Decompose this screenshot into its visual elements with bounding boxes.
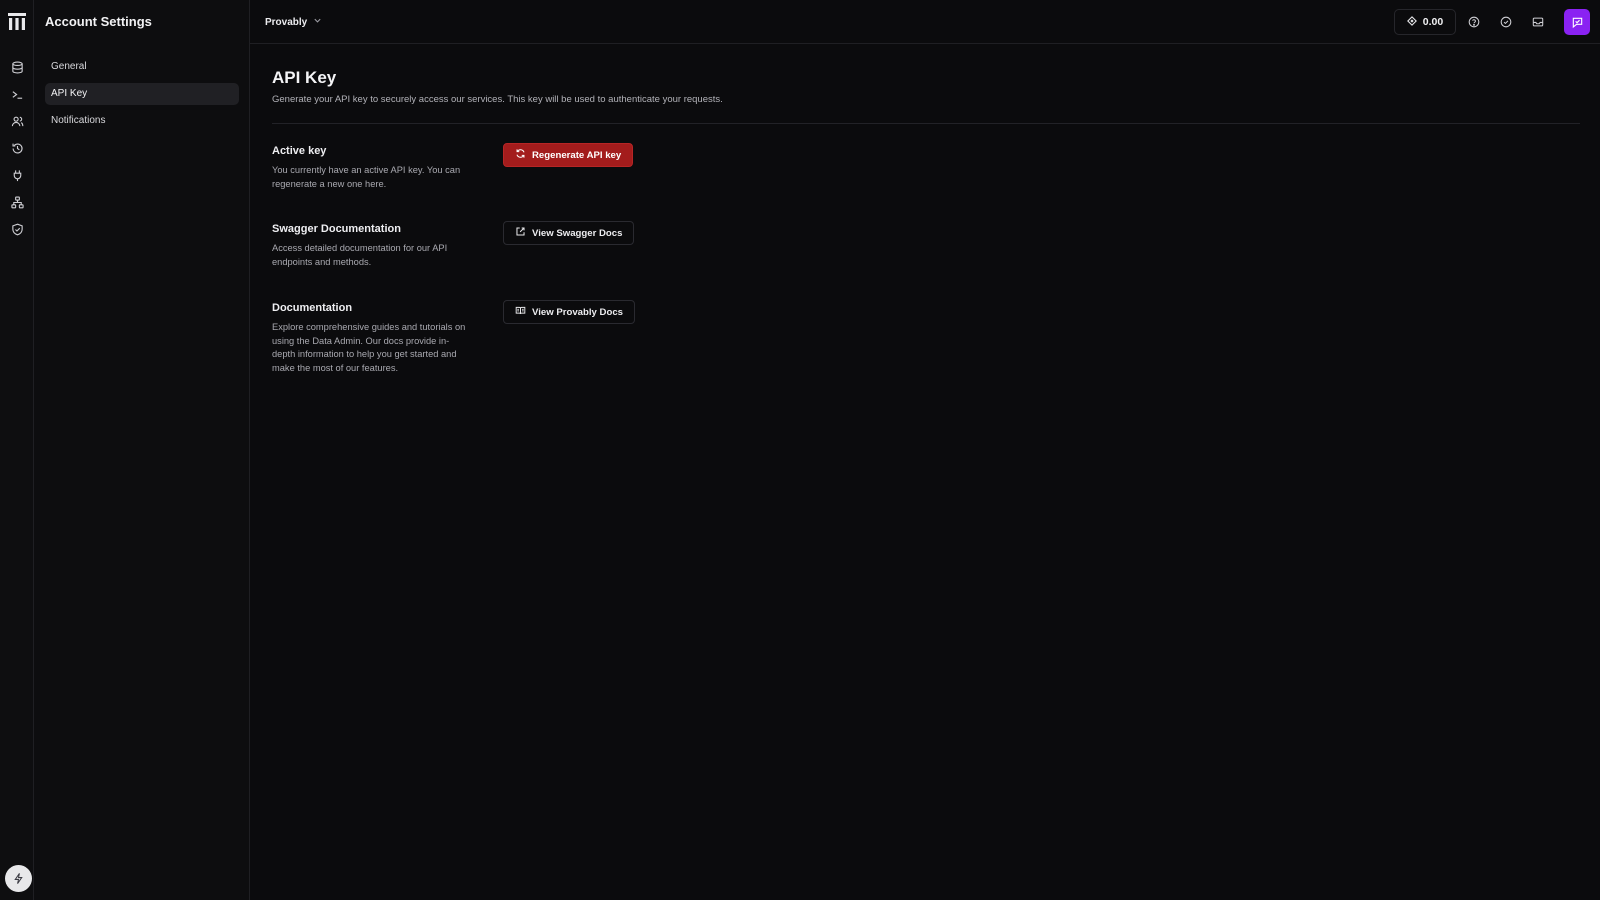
swagger-docs-title: Swagger Documentation [272, 223, 401, 235]
documentation-description: Explore comprehensive guides and tutoria… [272, 322, 466, 374]
shield-icon[interactable] [9, 221, 25, 237]
view-swagger-docs-button[interactable]: View Swagger Docs [503, 221, 635, 245]
app-window: Account Settings General API Key Notific… [0, 0, 1600, 900]
credit-balance-button[interactable]: 0.00 [1394, 9, 1456, 35]
view-swagger-docs-label: View Swagger Docs [532, 227, 623, 239]
app-logo-icon[interactable] [8, 13, 26, 30]
diamond-icon [1406, 15, 1417, 29]
database-icon[interactable] [9, 59, 25, 75]
chevron-down-icon [313, 16, 322, 28]
book-icon [515, 305, 526, 319]
history-icon[interactable] [9, 140, 25, 156]
active-key-title: Active key [272, 145, 327, 157]
workspace-name: Provably [265, 16, 308, 28]
help-icon[interactable] [1466, 14, 1482, 30]
settings-sidebar: Account Settings General API Key Notific… [34, 0, 250, 900]
view-provably-docs-button[interactable]: View Provably Docs [503, 300, 636, 324]
external-link-icon [515, 226, 526, 240]
inbox-icon[interactable] [1530, 14, 1546, 30]
sidebar-item-api-key[interactable]: API Key [45, 83, 239, 105]
top-bar: Provably 0.00 [250, 0, 1600, 44]
sidebar-item-notifications[interactable]: Notifications [45, 110, 239, 132]
check-circle-icon[interactable] [1498, 14, 1514, 30]
users-icon[interactable] [9, 113, 25, 129]
network-icon[interactable] [9, 194, 25, 210]
icon-rail [0, 0, 34, 900]
bolt-icon[interactable] [5, 865, 32, 892]
credit-balance-value: 0.00 [1422, 16, 1444, 28]
page-description: Generate your API key to securely access… [272, 94, 723, 105]
regenerate-api-key-button[interactable]: Regenerate API key [503, 143, 634, 167]
swagger-docs-description: Access detailed documentation for our AP… [272, 243, 448, 267]
regenerate-api-key-label: Regenerate API key [532, 149, 622, 161]
sidebar-item-general[interactable]: General [45, 56, 239, 78]
page-title: API Key [272, 68, 337, 87]
sidebar-title: Account Settings [45, 14, 152, 29]
documentation-title: Documentation [272, 302, 353, 314]
view-provably-docs-label: View Provably Docs [532, 306, 624, 318]
terminal-icon[interactable] [9, 86, 25, 102]
active-key-description: You currently have an active API key. Yo… [272, 165, 461, 189]
workspace-switcher[interactable]: Provably [265, 14, 322, 30]
plug-icon[interactable] [9, 167, 25, 183]
feedback-icon[interactable] [1564, 9, 1590, 35]
refresh-icon [515, 148, 526, 162]
divider [272, 123, 1580, 124]
